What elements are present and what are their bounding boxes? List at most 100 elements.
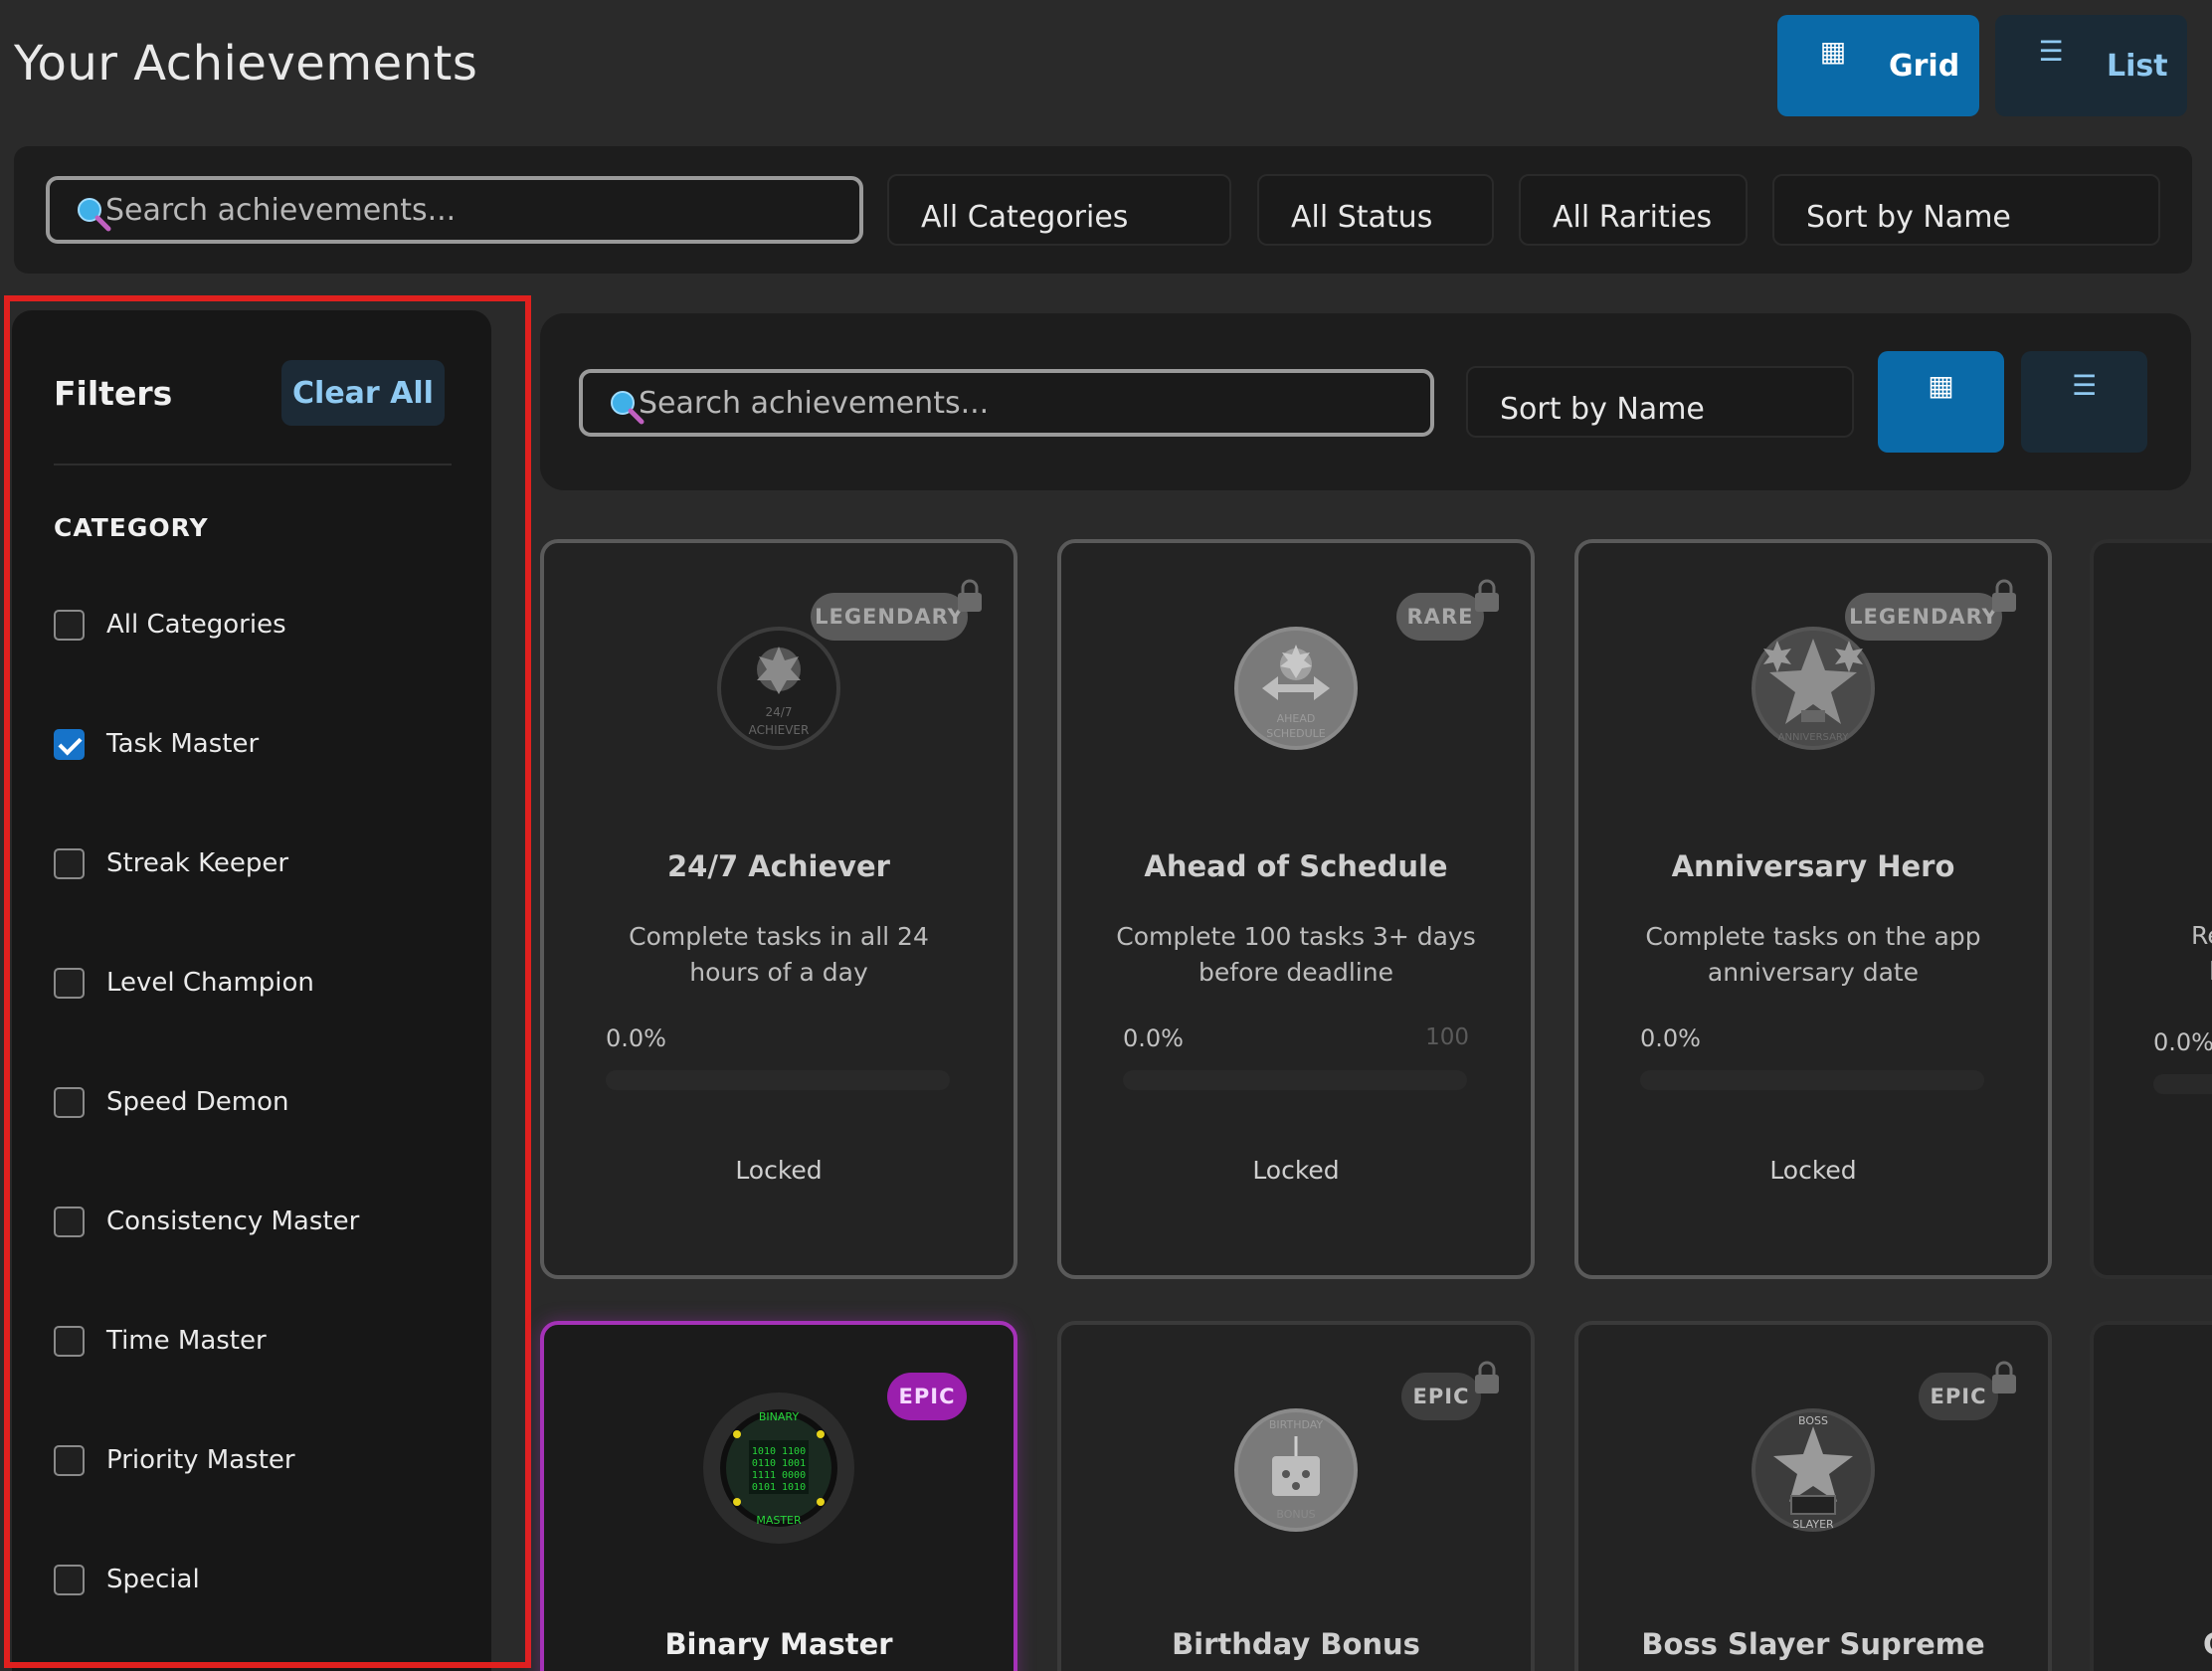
progress-percent: 0.0% bbox=[2153, 1028, 2212, 1056]
list-icon: ☰ bbox=[2071, 369, 2098, 402]
rarity-select[interactable]: All Rarities bbox=[1519, 174, 1748, 246]
medal-icon: BOSS SLAYER bbox=[1751, 1408, 1875, 1532]
grid-view-label: Grid bbox=[1889, 48, 1960, 84]
medal-text: 1010 1100 bbox=[752, 1446, 806, 1457]
achievement-card-partial[interactable]: Re l 0.0% bbox=[2090, 539, 2212, 1279]
achievement-card[interactable]: LEGENDARY 24/7 ACHIEVER 24/7 Achiever Co… bbox=[540, 539, 1017, 1279]
clear-all-button[interactable]: Clear All bbox=[281, 360, 445, 426]
top-search-input[interactable]: Search achievements... bbox=[46, 176, 863, 244]
checkbox[interactable] bbox=[54, 1206, 85, 1237]
category-option-priority-master[interactable]: Priority Master bbox=[54, 1440, 295, 1480]
medal-text: 0110 1001 bbox=[752, 1458, 806, 1469]
category-option-label: Priority Master bbox=[106, 1445, 295, 1475]
medal-text: AHEAD bbox=[1277, 712, 1316, 725]
divider bbox=[54, 464, 452, 465]
inner-sort-select[interactable]: Sort by Name bbox=[1466, 366, 1854, 438]
lock-icon bbox=[958, 579, 982, 612]
medal-text: SLAYER bbox=[1792, 1518, 1834, 1531]
medal-text: 24/7 bbox=[766, 705, 793, 719]
category-option-task-master[interactable]: Task Master bbox=[54, 724, 259, 764]
sort-select[interactable]: Sort by Name bbox=[1772, 174, 2160, 246]
grid-icon: ▦ bbox=[1928, 369, 1954, 402]
medal-icon: AHEAD SCHEDULE bbox=[1234, 627, 1358, 750]
card-description-fragment: Re bbox=[2191, 921, 2212, 950]
filters-title: Filters bbox=[54, 374, 173, 413]
card-title: Binary Master bbox=[664, 1627, 893, 1661]
achievement-card[interactable]: EPIC BINARY 1010 1100 0110 1001 1111 000… bbox=[540, 1321, 1017, 1671]
list-view-label: List bbox=[2107, 48, 2168, 84]
magnifier-icon bbox=[78, 198, 111, 232]
lock-icon bbox=[1475, 579, 1499, 612]
category-select[interactable]: All Categories bbox=[887, 174, 1231, 246]
lock-icon bbox=[1992, 1361, 2016, 1393]
category-option-label: Level Champion bbox=[106, 968, 314, 998]
category-option-consistency-master[interactable]: Consistency Master bbox=[54, 1202, 359, 1241]
page-title: Your Achievements bbox=[14, 36, 478, 92]
inner-list-view-button[interactable]: ☰ bbox=[2021, 351, 2147, 453]
top-search-placeholder: Search achievements... bbox=[105, 192, 457, 228]
grid-icon: ▦ bbox=[1819, 34, 1847, 68]
rarity-badge: EPIC bbox=[1401, 1373, 1481, 1420]
inner-search-input[interactable]: Search achievements... bbox=[579, 369, 1434, 437]
category-option-time-master[interactable]: Time Master bbox=[54, 1321, 267, 1361]
rarity-badge: LEGENDARY bbox=[811, 593, 968, 641]
category-option-label: Speed Demon bbox=[106, 1087, 289, 1117]
achievement-card-partial[interactable]: C bbox=[2090, 1321, 2212, 1671]
category-option-label: All Categories bbox=[106, 610, 286, 640]
checkbox[interactable] bbox=[54, 609, 85, 641]
achievement-card[interactable]: LEGENDARY ANNIVERSARY Anniversary Hero C… bbox=[1574, 539, 2052, 1279]
category-option-speed-demon[interactable]: Speed Demon bbox=[54, 1082, 289, 1122]
medal-icon: ANNIVERSARY bbox=[1751, 627, 1875, 750]
category-option-special[interactable]: Special bbox=[54, 1560, 200, 1599]
card-title: Boss Slayer Supreme bbox=[1641, 1627, 1985, 1661]
rarity-badge: LEGENDARY bbox=[1845, 593, 2002, 641]
progress-target: 100 bbox=[1425, 1024, 1469, 1050]
checkbox-checked[interactable] bbox=[54, 728, 85, 760]
medal-icon: BIRTHDAY BONUS bbox=[1234, 1408, 1358, 1532]
grid-view-button[interactable]: ▦ Grid bbox=[1777, 15, 1979, 116]
medal-text: SCHEDULE bbox=[1266, 727, 1326, 740]
medal-text: ANNIVERSARY bbox=[1778, 732, 1850, 743]
inner-search-placeholder: Search achievements... bbox=[639, 385, 990, 421]
checkbox[interactable] bbox=[54, 967, 85, 999]
lock-icon bbox=[1992, 579, 2016, 612]
checkbox[interactable] bbox=[54, 1444, 85, 1476]
achievement-card[interactable]: RARE AHEAD SCHEDULE Ahead of Schedule Co… bbox=[1057, 539, 1535, 1279]
category-option-all-categories[interactable]: All Categories bbox=[54, 605, 286, 645]
achievement-card[interactable]: EPIC BIRTHDAY BONUS Birthday Bonus bbox=[1057, 1321, 1535, 1671]
status-select[interactable]: All Status bbox=[1257, 174, 1494, 246]
card-description: Complete tasks in all 24 hours of a day bbox=[629, 922, 929, 987]
card-status: Locked bbox=[735, 1156, 823, 1185]
medal-text: BONUS bbox=[1276, 1508, 1315, 1521]
inner-grid-view-button[interactable]: ▦ bbox=[1878, 351, 2004, 453]
checkbox[interactable] bbox=[54, 1564, 85, 1595]
progress-percent: 0.0% bbox=[1123, 1024, 1184, 1052]
medal-text: BINARY bbox=[759, 1410, 799, 1423]
medal-icon: 24/7 ACHIEVER bbox=[717, 627, 840, 750]
category-option-label: Time Master bbox=[106, 1326, 267, 1356]
lock-icon bbox=[1475, 1361, 1499, 1393]
progress-percent: 0.0% bbox=[1640, 1024, 1701, 1052]
list-view-button[interactable]: ☰ List bbox=[1995, 15, 2187, 116]
card-title: Anniversary Hero bbox=[1671, 849, 1955, 883]
progress-bar bbox=[1640, 1070, 1984, 1090]
progress-percent: 0.0% bbox=[606, 1024, 666, 1052]
medal-text: ACHIEVER bbox=[749, 723, 810, 737]
progress-bar bbox=[606, 1070, 950, 1090]
list-icon: ☰ bbox=[2038, 34, 2064, 68]
achievement-card[interactable]: EPIC BOSS SLAYER Boss Slayer Supreme bbox=[1574, 1321, 2052, 1671]
checkbox[interactable] bbox=[54, 847, 85, 879]
category-option-streak-keeper[interactable]: Streak Keeper bbox=[54, 843, 288, 883]
checkbox[interactable] bbox=[54, 1086, 85, 1118]
checkbox[interactable] bbox=[54, 1325, 85, 1357]
medal-text: 0101 1010 bbox=[752, 1482, 806, 1493]
medal-text: MASTER bbox=[756, 1514, 802, 1527]
magnifier-icon bbox=[611, 391, 645, 425]
medal-text: 1111 0000 bbox=[752, 1470, 806, 1481]
card-status: Locked bbox=[1252, 1156, 1340, 1185]
card-title: 24/7 Achiever bbox=[667, 849, 890, 883]
card-title: Birthday Bonus bbox=[1172, 1627, 1420, 1661]
progress-bar bbox=[1123, 1070, 1467, 1090]
category-option-level-champion[interactable]: Level Champion bbox=[54, 963, 314, 1003]
category-heading: CATEGORY bbox=[54, 513, 209, 542]
